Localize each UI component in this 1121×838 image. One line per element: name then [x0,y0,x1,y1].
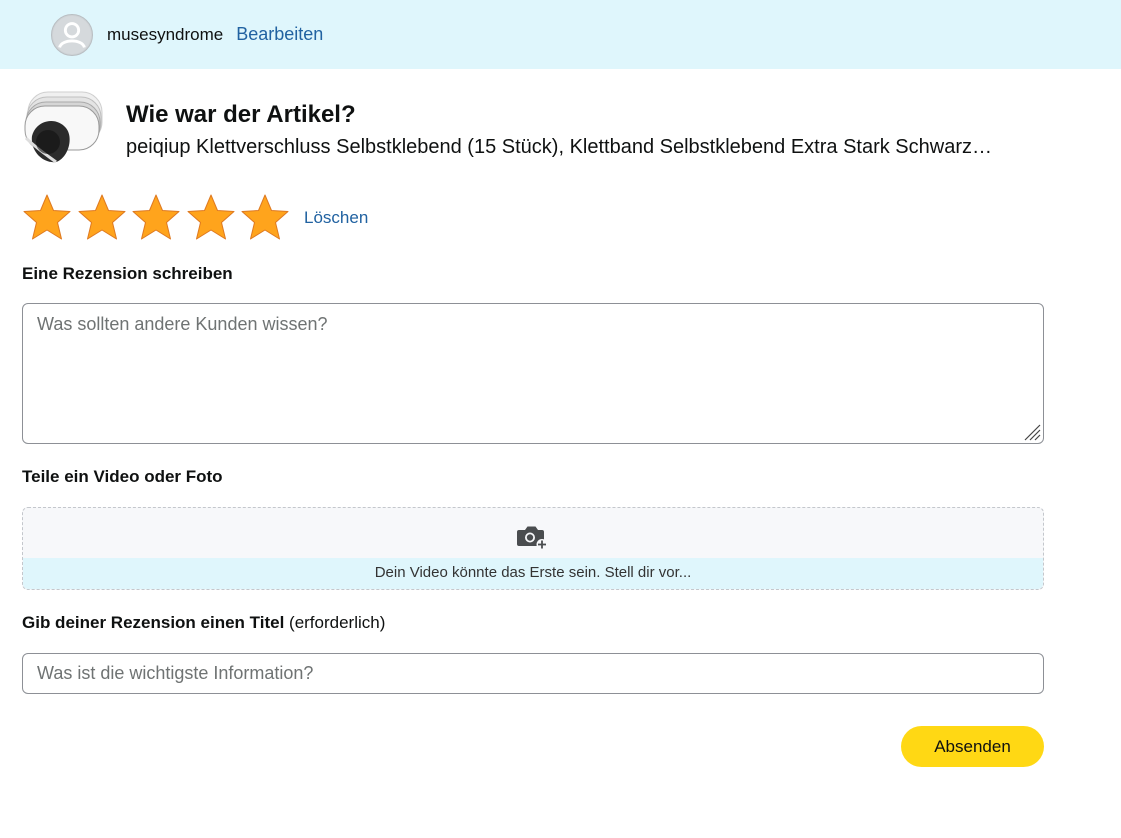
review-page: musesyndrome Bearbeiten Wie war der Arti… [0,0,1121,838]
review-label: Eine Rezension schreiben [22,264,233,283]
product-summary: Wie war der Artikel? peiqiup Klettversch… [22,90,1044,170]
clear-rating-link[interactable]: Löschen [304,208,368,228]
product-name: peiqiup Klettverschluss Selbstklebend (1… [126,136,992,158]
camera-add-icon [517,526,548,550]
star-rating [22,193,295,243]
user-icon [52,15,92,54]
star-4-icon[interactable] [186,193,236,243]
review-textarea-box [22,303,1044,444]
star-3-icon[interactable] [131,193,181,243]
product-question: Wie war der Artikel? [126,101,356,128]
media-upload-hint: Dein Video könnte das Erste sein. Stell … [23,558,1043,589]
username: musesyndrome [107,24,224,44]
title-input[interactable] [23,654,1043,693]
profile-header: musesyndrome Bearbeiten [0,0,1121,69]
title-input-box [22,653,1044,694]
title-label: Gib deiner Rezension einen Titel (erford… [22,613,385,633]
avatar[interactable] [51,13,93,56]
resize-grip-icon[interactable] [1023,423,1041,441]
star-2-icon[interactable] [77,193,127,243]
media-upload-area[interactable]: Dein Video könnte das Erste sein. Stell … [22,507,1044,590]
media-label: Teile ein Video oder Foto [22,467,223,486]
title-required-note: (erforderlich) [289,613,386,632]
review-textarea[interactable] [23,304,1043,443]
star-5-icon[interactable] [240,193,290,243]
star-1-icon[interactable] [22,193,72,243]
submit-button[interactable]: Absenden [901,726,1044,767]
title-label-text: Gib deiner Rezension einen Titel [22,613,285,632]
product-thumbnail [24,91,103,164]
edit-profile-link[interactable]: Bearbeiten [236,24,323,45]
